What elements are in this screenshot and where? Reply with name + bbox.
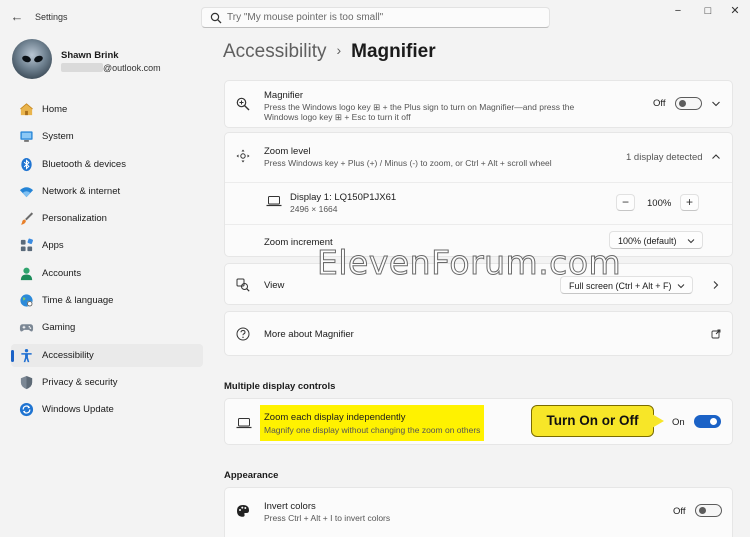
watermark: ElevenForum.com <box>316 243 622 283</box>
invert-colors-title: Invert colors <box>264 501 316 512</box>
magnifier-title: Magnifier <box>264 90 304 101</box>
zoom-out-button[interactable]: − <box>616 194 635 211</box>
invert-colors-state-label: Off <box>673 506 686 517</box>
sidebar-item-accessibility[interactable]: Accessibility <box>11 343 203 367</box>
view-icon <box>236 278 250 292</box>
title-bar: ← Settings Try "My mouse pointer is too … <box>0 0 750 34</box>
home-icon <box>20 103 33 116</box>
close-button[interactable]: ✕ <box>725 4 745 18</box>
sidebar-item-personalization[interactable]: Personalization <box>11 207 203 230</box>
zoom-level-card: Zoom level Press Windows key + Plus (+) … <box>224 132 733 257</box>
external-link-icon[interactable] <box>711 329 721 339</box>
breadcrumb-parent[interactable]: Accessibility <box>223 41 326 62</box>
sidebar-item-gaming[interactable]: Gaming <box>11 316 203 339</box>
bluetooth-icon <box>21 157 32 171</box>
sidebar-nav: Home System Bluetooth & devices Network … <box>11 98 203 426</box>
zoom-each-display-title: Zoom each display independently <box>264 412 406 423</box>
user-name: Shawn Brink <box>61 50 119 61</box>
back-arrow-icon[interactable]: ← <box>8 9 26 25</box>
sidebar-item-time-language[interactable]: Time & language <box>11 289 203 312</box>
chevron-down-icon <box>677 284 685 289</box>
zoom-value: 100% <box>647 198 672 209</box>
divider <box>225 224 732 225</box>
search-placeholder[interactable]: Try "My mouse pointer is too small" <box>227 12 383 23</box>
view-title: View <box>264 280 285 291</box>
user-email: @outlook.com <box>61 63 161 73</box>
annotation-callout-pointer <box>652 414 664 428</box>
search-icon <box>210 12 222 24</box>
zoom-in-button[interactable]: + <box>680 194 699 211</box>
sidebar-item-apps[interactable]: Apps <box>11 234 203 257</box>
sidebar-item-accounts[interactable]: Accounts <box>11 262 203 285</box>
divider <box>225 182 732 183</box>
invert-colors-toggle[interactable] <box>695 504 722 517</box>
more-about-title: More about Magnifier <box>264 329 354 340</box>
chevron-right-icon[interactable] <box>711 280 721 290</box>
zoom-level-title: Zoom level <box>264 146 311 157</box>
apps-icon <box>20 239 33 252</box>
magnifier-icon <box>236 97 250 111</box>
magnifier-toggle[interactable] <box>675 97 702 110</box>
update-icon <box>19 403 34 417</box>
search-box[interactable]: Try "My mouse pointer is too small" <box>201 7 550 28</box>
section-heading-appearance: Appearance <box>224 470 279 481</box>
magnifier-state-label: Off <box>653 98 666 109</box>
display-resolution: 2496 × 1664 <box>290 204 338 214</box>
email-redaction <box>61 63 103 72</box>
help-icon <box>236 327 250 341</box>
avatar[interactable] <box>12 39 52 79</box>
sidebar-item-windows-update[interactable]: Windows Update <box>11 398 203 421</box>
zoom-each-display-toggle[interactable] <box>694 415 721 428</box>
zoom-increment-dropdown[interactable]: 100% (default) <box>609 231 703 249</box>
minimize-button[interactable]: − <box>668 4 688 18</box>
chevron-down-icon[interactable] <box>711 99 721 109</box>
maximize-button[interactable]: □ <box>698 4 718 18</box>
accounts-icon <box>20 267 33 280</box>
system-icon <box>20 131 33 142</box>
breadcrumb: Accessibility › Magnifier <box>223 41 436 63</box>
highlight-box <box>260 405 484 441</box>
zoom-each-display-state-label: On <box>672 417 685 428</box>
laptop-icon <box>236 418 252 429</box>
zoom-move-icon <box>236 149 250 163</box>
brush-icon <box>20 212 34 225</box>
laptop-icon <box>266 196 282 207</box>
page-title: Magnifier <box>351 41 436 62</box>
zoom-level-description: Press Windows key + Plus (+) / Minus (-)… <box>264 158 552 168</box>
app-title: Settings <box>35 12 68 22</box>
globe-icon <box>20 294 33 307</box>
sidebar-item-home[interactable]: Home <box>11 98 203 121</box>
sidebar-item-system[interactable]: System <box>11 125 203 148</box>
sidebar-item-bluetooth[interactable]: Bluetooth & devices <box>11 153 203 176</box>
chevron-down-icon <box>687 239 695 244</box>
section-heading-multiple-display: Multiple display controls <box>224 381 336 392</box>
breadcrumb-separator: › <box>336 42 342 58</box>
magnifier-card[interactable]: Magnifier Press the Windows logo key ⊞ +… <box>224 80 733 128</box>
accessibility-icon <box>21 348 32 362</box>
zoom-each-display-description: Magnify one display without changing the… <box>264 425 481 435</box>
shield-icon <box>20 375 33 390</box>
display-detected-label: 1 display detected <box>626 152 703 163</box>
gamepad-icon <box>19 324 34 332</box>
sidebar-item-privacy[interactable]: Privacy & security <box>11 371 203 394</box>
display-name: Display 1: LQ150P1JX61 <box>290 192 397 203</box>
sidebar-item-network[interactable]: Network & internet <box>11 180 203 203</box>
invert-colors-description: Press Ctrl + Alt + I to invert colors <box>264 513 391 523</box>
annotation-callout: Turn On or Off <box>531 405 654 437</box>
palette-icon <box>237 505 249 517</box>
chevron-up-icon[interactable] <box>711 152 721 162</box>
wifi-icon <box>19 187 34 198</box>
more-about-card[interactable]: More about Magnifier <box>224 311 733 356</box>
magnifier-description: Press the Windows logo key ⊞ + the Plus … <box>264 102 575 122</box>
invert-colors-card[interactable]: Invert colors Press Ctrl + Alt + I to in… <box>224 487 733 537</box>
